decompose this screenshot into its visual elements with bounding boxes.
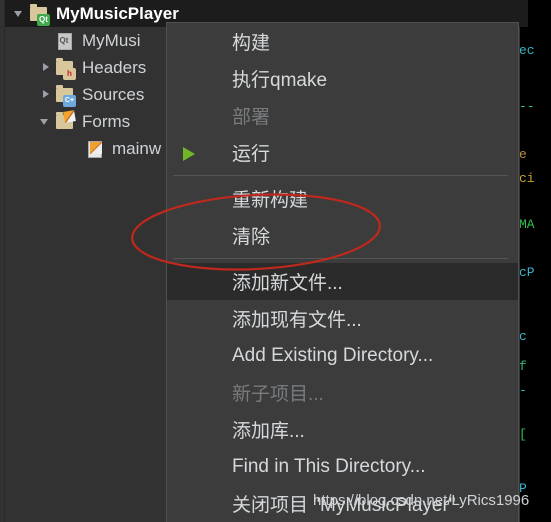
qt-project-folder-icon: Qt (29, 3, 50, 26)
code-fragment: MA (519, 217, 535, 232)
tree-item-label: mainw (112, 138, 162, 158)
menu-item-label: Add Existing Directory... (232, 344, 434, 366)
menu-item-label: 添加现有文件... (232, 310, 362, 331)
menu-item-11[interactable]: Find in This Directory... (167, 448, 518, 485)
menu-item-7[interactable]: 添加现有文件... (167, 300, 518, 337)
menu-separator (173, 175, 508, 176)
menu-item-5[interactable]: 清除 (167, 217, 518, 254)
code-fragment: ci (519, 171, 535, 186)
qt-creator-screenshot: ec--eciMAcPcf-[P ___ "" "" ‿ QtMyMusicPl… (0, 0, 551, 522)
watermark-url: https://blog.csdn.net/LyRics1996 (313, 492, 530, 509)
menu-separator (173, 258, 508, 259)
menu-item-8[interactable]: Add Existing Directory... (167, 337, 518, 374)
menu-item-10[interactable]: 添加库... (167, 411, 518, 448)
forms-folder-icon (55, 111, 75, 132)
menu-item-label: 清除 (232, 227, 271, 248)
tree-item-label: MyMusicPlayer (56, 3, 179, 23)
menu-item-label: 添加新文件... (232, 273, 343, 294)
menu-item-4[interactable]: 重新构建 (167, 180, 518, 217)
chevron-right-icon[interactable] (39, 88, 52, 101)
menu-item-label: 执行qmake (232, 70, 328, 91)
project-context-menu[interactable]: 构建执行qmake 部署运行重新构建清除添加新文件... 添加现有文件... Add … (166, 22, 519, 522)
chevron-down-icon[interactable] (39, 115, 52, 128)
chevron-right-icon[interactable] (39, 61, 52, 74)
code-fragment: - (519, 383, 527, 398)
tree-item-label: Headers (82, 57, 147, 77)
tree-item-label: MyMusi (82, 30, 141, 50)
menu-item-label: 新子项目... (232, 384, 324, 405)
tree-expander-placeholder (69, 142, 82, 155)
menu-item-0[interactable]: 构建 (167, 23, 518, 60)
menu-item-9: 新子项目... (167, 374, 518, 411)
qt-pro-file-icon: Qt (55, 31, 75, 51)
run-play-icon (183, 147, 195, 161)
menu-item-label: 重新构建 (232, 190, 309, 211)
chevron-down-icon[interactable] (13, 7, 26, 20)
menu-item-label: 添加库... (232, 421, 305, 442)
menu-item-6[interactable]: 添加新文件... (167, 263, 518, 300)
menu-item-1[interactable]: 执行qmake (167, 60, 518, 97)
tree-item-label: Forms (82, 111, 131, 131)
sources-folder-icon: C+ (55, 84, 76, 107)
tree-item-label: Sources (82, 84, 145, 104)
code-fragment: c (519, 329, 527, 344)
menu-item-2: 部署 (167, 97, 518, 134)
menu-item-3[interactable]: 运行 (167, 134, 518, 171)
menu-item-label: 部署 (232, 107, 271, 128)
menu-item-label: Find in This Directory... (232, 455, 426, 477)
ui-form-file-icon (85, 139, 105, 159)
headers-folder-icon: h (55, 57, 76, 80)
code-fragment: f (519, 359, 527, 374)
tree-expander-placeholder (39, 34, 52, 47)
code-fragment: cP (519, 265, 535, 280)
code-fragment: [ (519, 427, 527, 442)
menu-item-label: 构建 (232, 33, 271, 54)
